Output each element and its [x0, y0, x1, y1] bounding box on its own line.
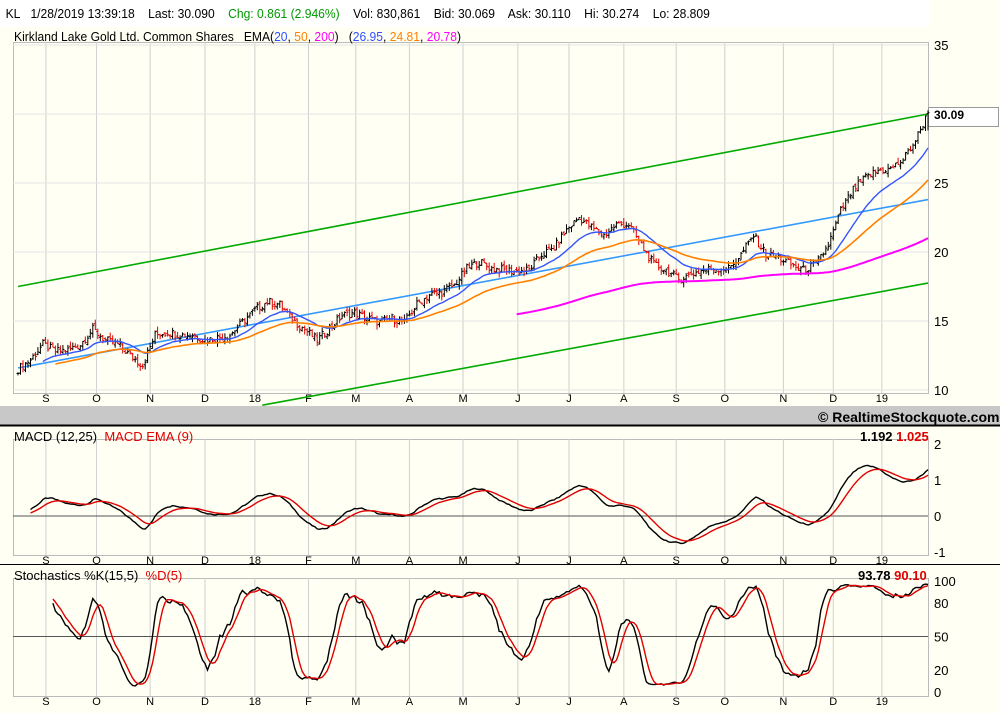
month-label: A [620, 696, 628, 708]
month-label: F [305, 555, 312, 567]
ema50-value: 24.81 [389, 29, 421, 44]
month-label: D [201, 696, 209, 708]
ema-label: EMA( [243, 29, 275, 44]
macd-tick: -1 [934, 545, 946, 560]
stoch-tick: 20 [934, 663, 948, 678]
month-label: 19 [876, 696, 888, 708]
chart-window: KL 1/28/2019 13:39:18 Last: 30.090 Chg: … [0, 0, 1000, 713]
month-label: S [42, 393, 49, 405]
stoch-k-label: Stochastics %K(15,5) [14, 568, 139, 583]
month-label: A [620, 393, 628, 405]
month-label: J [566, 393, 572, 405]
month-label: D [201, 393, 209, 405]
macd-tick: 2 [934, 437, 941, 452]
month-label: S [673, 555, 680, 567]
stoch-values: 93.78 90.10 [858, 568, 927, 583]
ema20-value: 26.95 [352, 29, 384, 44]
chart-canvas: S O N D 18 F M A M J J A S O N D 19 S O N D 18 F M A M J J A S O N D 19 S O… [0, 27, 1000, 708]
macd-signal-line [30, 468, 929, 542]
ema200-period: 200 [314, 29, 335, 44]
copyright: © RealtimeStockquote.com [818, 409, 1000, 425]
month-label: 19 [876, 393, 888, 405]
stoch-k-value: 93.78 [858, 568, 891, 583]
month-label: A [406, 393, 414, 405]
month-label: M [458, 555, 467, 567]
month-label: S [42, 696, 49, 708]
price-tick: 15 [934, 314, 948, 329]
macd-line [30, 464, 929, 545]
month-label: D [829, 696, 837, 708]
month-label: O [721, 696, 730, 708]
month-label: S [42, 555, 49, 567]
month-label: N [146, 696, 154, 708]
macd-tick: 0 [934, 509, 941, 524]
month-label: A [406, 696, 414, 708]
month-label: A [406, 555, 414, 567]
stoch-d-label: %D(5) [145, 568, 183, 583]
month-label: D [829, 555, 837, 567]
stoch-tick: 0 [934, 685, 941, 700]
macd-value: 1.192 [860, 429, 893, 444]
month-label: 18 [249, 393, 261, 405]
stoch-k-line [52, 583, 929, 687]
month-label: 18 [249, 696, 261, 708]
month-label: N [146, 555, 154, 567]
ema200-value: 20.78 [426, 29, 458, 44]
company-name: Kirkland Lake Gold Ltd. Common Shares [14, 29, 234, 44]
month-label: J [566, 696, 572, 708]
month-label: O [721, 393, 730, 405]
month-label: J [515, 555, 521, 567]
month-label: F [305, 393, 312, 405]
ema20-period: 20 [274, 29, 288, 44]
month-label: N [779, 696, 787, 708]
month-label: A [620, 555, 628, 567]
price-tick: 20 [934, 245, 948, 260]
month-label: N [146, 393, 154, 405]
month-label: 19 [876, 555, 888, 567]
month-label: O [92, 696, 101, 708]
macd-label: MACD (12,25) [14, 429, 98, 444]
macd-title: MACD (12,25) MACD EMA (9) [14, 429, 193, 444]
plot-frame [13, 439, 929, 556]
price-tick: 35 [934, 38, 948, 53]
plot-frame [13, 578, 929, 697]
macd-tick: 1 [934, 473, 941, 488]
month-label: 18 [249, 555, 261, 567]
stoch-tick: 80 [934, 596, 948, 611]
price-title: Kirkland Lake Gold Ltd. Common Shares EM… [14, 29, 462, 44]
macd-values: 1.192 1.025 [860, 429, 929, 444]
stoch-tick: 100 [934, 574, 956, 589]
macd-signal-label: MACD EMA (9) [104, 429, 194, 444]
last-price-label: 30.09 [934, 108, 965, 122]
month-label: J [515, 696, 521, 708]
month-label: S [673, 696, 680, 708]
month-label: D [829, 393, 837, 405]
month-label: O [92, 393, 101, 405]
month-label: O [92, 555, 101, 567]
month-label: N [779, 393, 787, 405]
stoch-d-line [52, 584, 929, 686]
month-label: M [351, 393, 360, 405]
stoch-d-value: 90.10 [894, 568, 927, 583]
month-label: J [515, 393, 521, 405]
month-label: M [458, 696, 467, 708]
ema50-period: 50 [294, 29, 308, 44]
month-label: S [673, 393, 680, 405]
month-label: M [351, 555, 360, 567]
month-label: F [305, 696, 312, 708]
month-label: J [566, 555, 572, 567]
month-label: M [351, 696, 360, 708]
price-tick: 10 [934, 383, 948, 398]
stoch-tick: 50 [934, 630, 948, 645]
month-label: D [201, 555, 209, 567]
month-label: M [458, 393, 467, 405]
month-label: O [721, 555, 730, 567]
month-label: N [779, 555, 787, 567]
macd-signal-value: 1.025 [896, 429, 929, 444]
price-tick: 25 [934, 176, 948, 191]
stoch-title: Stochastics %K(15,5) %D(5) [14, 568, 182, 583]
